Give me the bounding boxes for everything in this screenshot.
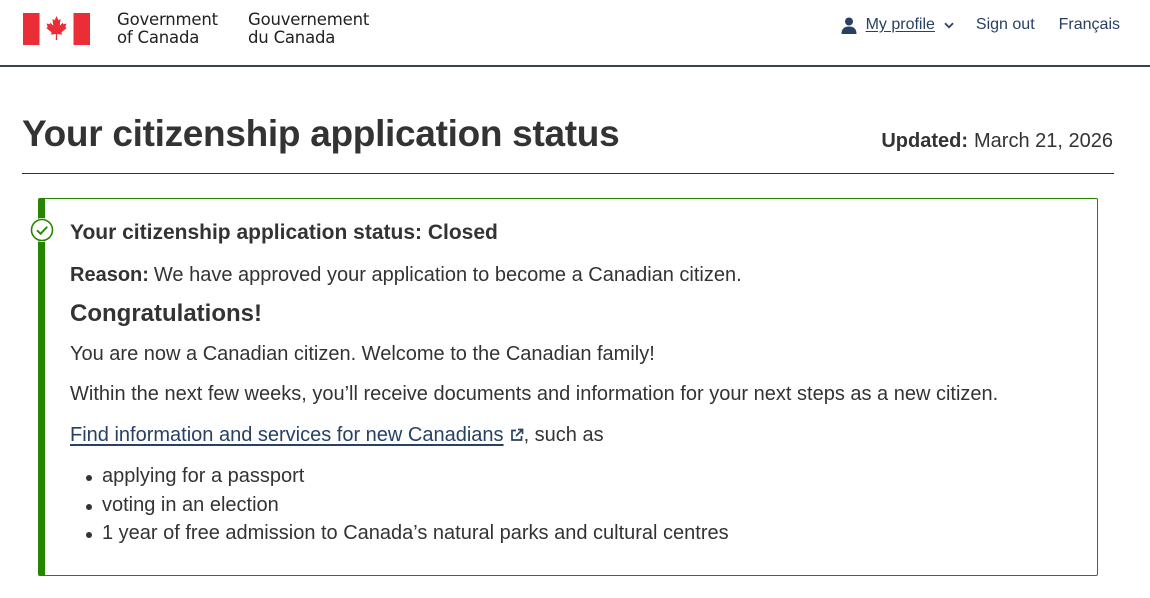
- my-profile-link[interactable]: My profile: [866, 16, 935, 34]
- sign-out-link[interactable]: Sign out: [976, 16, 1035, 34]
- top-navigation: My profile Sign out Français: [841, 14, 1120, 36]
- congratulations-heading: Congratulations!: [70, 300, 262, 327]
- external-link-icon[interactable]: [510, 428, 524, 442]
- my-profile-menu[interactable]: My profile: [841, 16, 954, 34]
- welcome-paragraph: You are now a Canadian citizen. Welcome …: [70, 343, 655, 365]
- signature-french: Gouvernement du Canada: [248, 11, 369, 47]
- updated-value: March 21, 2026: [974, 130, 1113, 152]
- signature-fr-line-2: du Canada: [248, 28, 336, 47]
- site-header: Government of Canada Gouvernement du Can…: [0, 0, 1150, 67]
- new-canadians-link-text[interactable]: Find information and services for new Ca…: [70, 424, 504, 446]
- language-toggle-link[interactable]: Français: [1059, 16, 1120, 34]
- new-canadians-paragraph: Find information and services for new Ca…: [70, 423, 604, 447]
- canada-flag-icon[interactable]: [23, 13, 90, 45]
- updated-label: Updated:: [881, 130, 969, 152]
- link-suffix: , such as: [523, 424, 604, 446]
- reason-text: We have approved your application to bec…: [153, 264, 742, 286]
- signature-en-line-2: of Canada: [117, 28, 200, 47]
- title-divider: [22, 173, 1114, 174]
- chevron-down-icon[interactable]: [944, 22, 954, 29]
- signature-fr-line-1: Gouvernement: [248, 10, 370, 29]
- check-circle-icon: [30, 218, 54, 242]
- status-heading: Your citizenship application status: Clo…: [70, 221, 498, 244]
- signature-en-line-1: Government: [117, 10, 218, 29]
- new-canadians-link[interactable]: Find information and services for new Ca…: [70, 424, 524, 446]
- status-reason: Reason: We have approved your application…: [70, 263, 742, 287]
- user-icon: [841, 17, 857, 34]
- reason-label: Reason:: [70, 264, 149, 286]
- updated-date: Updated: March 21, 2026: [881, 129, 1113, 153]
- list-item: voting in an election: [70, 491, 729, 520]
- list-item: applying for a passport: [70, 462, 729, 491]
- signature-english: Government of Canada: [117, 11, 218, 47]
- list-item: 1 year of free admission to Canada’s nat…: [70, 519, 729, 548]
- page-title: Your citizenship application status: [22, 113, 620, 154]
- next-steps-paragraph: Within the next few weeks, you’ll receiv…: [70, 383, 999, 405]
- benefits-list: applying for a passport voting in an ele…: [70, 462, 729, 548]
